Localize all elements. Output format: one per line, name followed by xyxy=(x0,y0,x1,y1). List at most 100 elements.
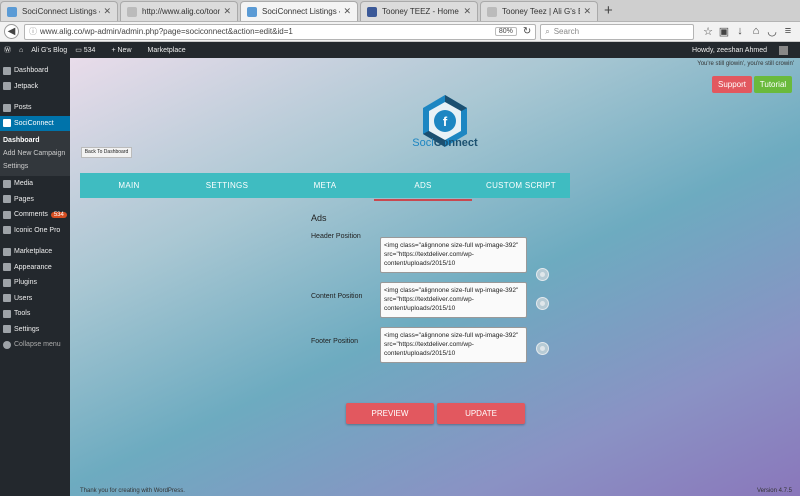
back-to-dashboard-button[interactable]: Back To Dashboard xyxy=(81,147,132,158)
pages-icon xyxy=(3,195,11,204)
clipboard-icon[interactable]: ▣ xyxy=(716,25,732,38)
hello-dolly-message: You're still glowin', you're still crowi… xyxy=(697,61,794,67)
sidebar-item-pages[interactable]: Pages xyxy=(0,192,70,208)
marketplace-link[interactable]: Marketplace xyxy=(148,47,186,54)
new-tab-icon[interactable]: + xyxy=(604,1,613,21)
search-placeholder: Search xyxy=(553,27,580,36)
reload-icon[interactable]: ↻ xyxy=(523,26,531,37)
tab-title: Tooney TEEZ - Home xyxy=(382,7,459,16)
wp-admin-sidebar: Dashboard Jetpack Posts SociConnect Dash… xyxy=(0,58,70,496)
support-button[interactable]: Support xyxy=(712,76,752,93)
submenu-item-add-new-campaign[interactable]: Add New Campaign xyxy=(3,147,70,160)
theme-icon xyxy=(3,226,11,235)
pin-icon xyxy=(3,103,11,112)
sidebar-item-users[interactable]: Users xyxy=(0,291,70,307)
sidebar-item-comments[interactable]: Comments 534 xyxy=(0,207,70,223)
tutorial-button[interactable]: Tutorial xyxy=(754,76,792,93)
sidebar-item-sociconnect[interactable]: SociConnect xyxy=(0,115,70,131)
download-icon[interactable]: ↓ xyxy=(732,25,748,38)
site-name-link[interactable]: Ali G's Blog xyxy=(31,47,67,54)
browser-tab[interactable]: http://www.alig.co/tooneyte ✕ xyxy=(120,1,238,21)
tab-title: SociConnect Listings ‹ Ali G's xyxy=(262,7,340,16)
wordpress-icon[interactable]: Ⓦ xyxy=(4,45,11,55)
browser-tab[interactable]: Tooney Teez | Ali G's Blog ✕ xyxy=(480,1,598,21)
wrench-icon xyxy=(3,309,11,318)
settings-icon xyxy=(3,325,11,334)
content-position-radio[interactable] xyxy=(536,297,549,310)
sidebar-item-label: Tools xyxy=(14,310,31,318)
comments-count[interactable]: ▭ 534 xyxy=(75,46,103,54)
close-tab-icon[interactable]: ✕ xyxy=(103,6,111,17)
logo-text-b: Connect xyxy=(433,137,478,149)
url-bar[interactable]: ⓘ www.alig.co/wp-admin/admin.php?page=so… xyxy=(23,23,537,40)
preview-button[interactable]: PREVIEW xyxy=(346,403,434,424)
avatar[interactable] xyxy=(779,45,788,55)
section-title: Ads xyxy=(311,213,327,223)
tab-settings[interactable]: SETTINGS xyxy=(178,173,276,198)
search-input[interactable]: ⌕ Search xyxy=(540,23,694,40)
back-arrow-icon[interactable]: ◀ xyxy=(4,24,19,39)
sidebar-item-iconic-one-pro[interactable]: Iconic One Pro xyxy=(0,223,70,239)
page-icon xyxy=(7,6,17,17)
wp-admin-bar: Ⓦ ⌂ Ali G's Blog ▭ 534 + New Marketplace… xyxy=(0,42,800,58)
settings-tabs: MAIN SETTINGS META ADS CUSTOM SCRIPT xyxy=(80,173,570,201)
bookmark-star-icon[interactable]: ☆ xyxy=(700,25,716,38)
comments-count-value: 534 xyxy=(83,47,96,54)
zoom-level[interactable]: 80% xyxy=(494,27,517,36)
info-icon[interactable]: ⓘ xyxy=(29,26,37,37)
tab-ads[interactable]: ADS xyxy=(374,173,472,201)
menu-icon[interactable]: ≡ xyxy=(780,25,796,38)
sidebar-item-label: Users xyxy=(14,294,33,302)
sidebar-item-media[interactable]: Media xyxy=(0,176,70,192)
plugin-icon xyxy=(3,278,11,287)
media-icon xyxy=(3,179,11,188)
sidebar-item-settings[interactable]: Settings xyxy=(0,322,70,338)
svg-text:f: f xyxy=(443,114,448,129)
sidebar-item-label: SociConnect xyxy=(14,119,54,127)
brush-icon xyxy=(3,263,11,272)
tab-main[interactable]: MAIN xyxy=(80,173,178,198)
home-icon[interactable]: ⌂ xyxy=(748,25,764,38)
sidebar-item-label: Jetpack xyxy=(14,82,39,90)
sidebar-item-label: Appearance xyxy=(14,263,52,271)
new-label: New xyxy=(117,46,132,54)
tab-meta[interactable]: META xyxy=(276,173,374,198)
footer-position-textarea[interactable]: <img class="alignnone size-full wp-image… xyxy=(380,327,527,363)
browser-navbar: ◀ ⓘ www.alig.co/wp-admin/admin.php?page=… xyxy=(0,22,800,42)
footer-version: Version 4.7.5 xyxy=(756,488,792,494)
close-tab-icon[interactable]: ✕ xyxy=(583,6,591,17)
browser-tab[interactable]: Tooney TEEZ - Home ✕ xyxy=(360,1,478,21)
submenu-item-settings[interactable]: Settings xyxy=(3,160,70,173)
pocket-icon[interactable]: ◡ xyxy=(764,25,780,38)
sidebar-item-label: Comments xyxy=(14,211,48,219)
new-content-link[interactable]: + New xyxy=(111,47,139,54)
sidebar-item-jetpack[interactable]: Jetpack xyxy=(0,79,70,95)
close-tab-icon[interactable]: ✕ xyxy=(343,6,351,17)
sidebar-item-dashboard[interactable]: Dashboard xyxy=(0,63,70,79)
footer-position-radio[interactable] xyxy=(536,342,549,355)
home-icon: ⌂ xyxy=(19,46,24,54)
sidebar-item-marketplace[interactable]: Marketplace xyxy=(0,244,70,260)
sidebar-item-posts[interactable]: Posts xyxy=(0,100,70,116)
tab-title: SociConnect Listings ‹ Ali G's xyxy=(22,7,100,16)
sidebar-collapse-menu[interactable]: Collapse menu xyxy=(0,337,70,353)
sidebar-item-label: Settings xyxy=(14,325,40,333)
header-position-textarea[interactable]: <img class="alignnone size-full wp-image… xyxy=(380,237,527,273)
comments-icon xyxy=(3,210,11,219)
sidebar-item-label: Iconic One Pro xyxy=(14,226,61,234)
update-button[interactable]: UPDATE xyxy=(437,403,525,424)
header-position-radio[interactable] xyxy=(536,268,549,281)
tab-title: http://www.alig.co/tooneyte xyxy=(142,7,221,16)
browser-tab-active[interactable]: SociConnect Listings ‹ Ali G's ✕ xyxy=(240,1,358,21)
content-position-textarea[interactable]: <img class="alignnone size-full wp-image… xyxy=(380,282,527,318)
howdy-user-link[interactable]: Howdy, zeeshan Ahmed xyxy=(692,47,767,54)
sidebar-item-appearance[interactable]: Appearance xyxy=(0,260,70,276)
sidebar-item-tools[interactable]: Tools xyxy=(0,306,70,322)
sidebar-item-plugins[interactable]: Plugins xyxy=(0,275,70,291)
blank-page-icon xyxy=(127,6,137,17)
close-tab-icon[interactable]: ✕ xyxy=(223,6,231,17)
close-tab-icon[interactable]: ✕ xyxy=(463,6,471,17)
tab-custom-script[interactable]: CUSTOM SCRIPT xyxy=(472,173,570,198)
browser-tab[interactable]: SociConnect Listings ‹ Ali G's ✕ xyxy=(0,1,118,21)
submenu-item-dashboard[interactable]: Dashboard xyxy=(3,134,70,147)
